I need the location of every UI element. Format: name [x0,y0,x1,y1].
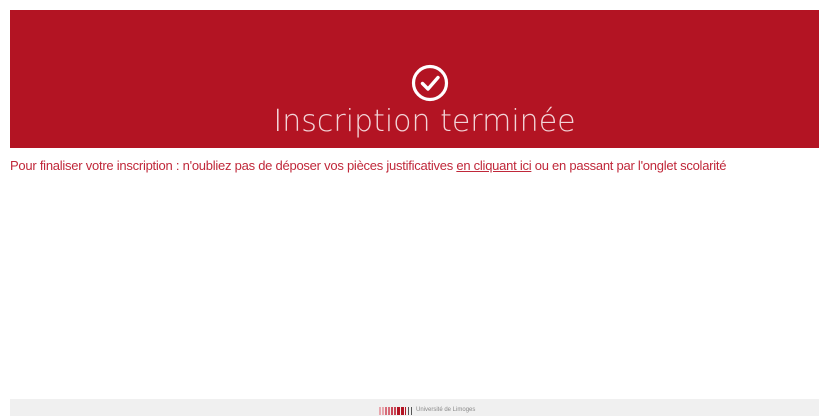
documents-upload-link[interactable]: en cliquant ici [456,158,531,173]
footer: Université de Limoges [10,399,819,416]
page: Inscription terminée Pour finaliser votr… [0,0,829,416]
page-title: Inscription terminée [273,104,576,139]
logo-text: Université de Limoges [416,407,476,413]
info-message-text: Pour finaliser votre inscription : n'oub… [10,158,457,173]
info-message-text-end: ou en passant par l'onglet scolarité [531,158,727,173]
university-logo[interactable]: Université de Limoges [371,406,475,416]
info-message: Pour finaliser votre inscription : n'oub… [10,157,819,175]
check-circle-icon [411,64,449,102]
logo-bars-icon [371,406,413,416]
